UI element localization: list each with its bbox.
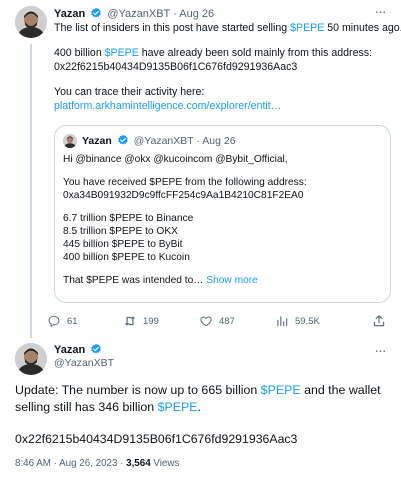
author-handle[interactable]: @YazanXBT (54, 357, 114, 369)
separator-dot: · (50, 458, 60, 469)
tweet-header: Yazan @YazanXBT · Aug 26 (54, 7, 214, 20)
cashtag-link[interactable]: $PEPE (158, 400, 198, 414)
wallet-address: 0x22f6215b40434D9135B06f1C676fd9291936Aa… (15, 432, 298, 446)
text-segment: The list of insiders in this post have s… (54, 22, 291, 34)
author-name[interactable]: Yazan (54, 8, 85, 20)
quote-line: 8.5 trillion $PEPE to OKX (63, 226, 178, 237)
view-count: 59.5K (295, 315, 320, 327)
reply-button[interactable]: 61 (47, 313, 78, 329)
separator-dot: · (173, 8, 177, 20)
author-name[interactable]: Yazan (54, 344, 85, 356)
more-options-icon[interactable]: ··· (371, 4, 389, 18)
quote-line: Hi @binance @okx @kucoincom @Bybit_Offic… (63, 154, 288, 165)
quote-date: Aug 26 (202, 135, 236, 147)
tweet-metadata: 8:46 AM · Aug 26, 2023 · 3,564 Views (15, 458, 179, 469)
wallet-address: 0x22f6215b40434D9135B06f1C676fd9291936Aa… (54, 61, 298, 73)
quote-line: You have received $PEPE from the followi… (63, 177, 307, 188)
text-segment: have already been sold mainly from this … (138, 47, 372, 59)
tweet-line: You can trace their activity here: (54, 86, 205, 98)
tweet-action-bar: 61 199 487 59.5K (47, 313, 392, 329)
quote-text: Hi @binance @okx @kucoincom @Bybit_Offic… (63, 153, 383, 287)
tweet-text: Update: The number is now up to 665 bill… (15, 382, 391, 416)
thread-tweet[interactable]: Yazan @YazanXBT · Aug 26 ··· The list of… (0, 0, 401, 339)
quote-truncated-text: That $PEPE was intended to… (63, 275, 204, 286)
quoted-tweet-card[interactable]: Yazan @YazanXBT · Aug 26 Hi @binance @ok… (54, 125, 391, 303)
verified-badge-icon (117, 134, 128, 145)
text-segment: . (197, 400, 201, 414)
text-segment: 50 minutes ago. (324, 22, 401, 34)
text-segment: 400 billion (54, 47, 105, 59)
tweet-time[interactable]: 8:46 AM (15, 458, 51, 469)
quote-line: 400 billion $PEPE to Kucoin (63, 252, 190, 263)
show-more-link[interactable]: Show more (206, 275, 258, 286)
quote-line: 6.7 trillion $PEPE to Binance (63, 213, 194, 224)
views-count: 3,564 (126, 458, 151, 469)
heart-icon (200, 316, 212, 327)
avatar[interactable] (15, 6, 47, 38)
reply-count: 61 (67, 315, 78, 327)
verified-badge-icon (91, 7, 102, 18)
share-icon (373, 315, 385, 327)
analytics-icon (277, 316, 288, 327)
tweet-date[interactable]: Aug 26, 2023 (59, 458, 117, 469)
quote-avatar (63, 134, 77, 148)
page: Yazan @YazanXBT · Aug 26 ··· The list of… (0, 0, 401, 481)
text-segment: Update: The number is now up to 665 bill… (15, 383, 261, 397)
author-handle[interactable]: @YazanXBT (107, 8, 170, 20)
retweet-count: 199 (143, 315, 159, 327)
like-button[interactable]: 487 (199, 313, 235, 329)
quote-line: 0xa34B091932D9c9ffcFF254c9Aa1B4210C81F2E… (63, 190, 304, 201)
tweet-text: The list of insiders in this post have s… (54, 21, 401, 113)
tweet-line: The list of insiders in this post have s… (54, 21, 401, 35)
tweet-line: 400 billion $PEPE have already been sold… (54, 46, 388, 60)
cashtag-link[interactable]: $PEPE (261, 383, 301, 397)
cashtag-link[interactable]: $PEPE (105, 47, 139, 59)
avatar[interactable] (15, 343, 47, 375)
author-name-row: Yazan (54, 343, 104, 356)
quote-line: That $PEPE was intended to… Show more (63, 274, 383, 287)
tweet-date[interactable]: Aug 26 (179, 8, 214, 20)
reply-icon (48, 315, 60, 328)
more-options-icon[interactable]: ··· (371, 343, 389, 357)
share-button[interactable] (372, 313, 386, 329)
quote-author-name: Yazan (82, 135, 112, 147)
separator-dot: · (196, 135, 200, 147)
separator-dot: · (117, 458, 127, 469)
quote-author-handle: @YazanXBT (133, 135, 194, 147)
cashtag-link[interactable]: $PEPE (290, 22, 324, 34)
quote-line: 445 billion $PEPE to ByBit (63, 239, 183, 250)
retweet-icon (124, 316, 136, 326)
arkham-link[interactable]: platform.arkhamintelligence.com/explorer… (54, 99, 388, 113)
views-label: Views (150, 458, 180, 469)
main-tweet: Yazan @YazanXBT ··· Update: The number i… (0, 339, 401, 481)
thread-connector-line (30, 44, 32, 338)
like-count: 487 (219, 315, 235, 327)
views-button[interactable]: 59.5K (275, 313, 320, 329)
quote-header: Yazan @YazanXBT · Aug 26 (82, 134, 236, 147)
verified-badge-icon (91, 343, 102, 354)
retweet-button[interactable]: 199 (123, 313, 159, 329)
